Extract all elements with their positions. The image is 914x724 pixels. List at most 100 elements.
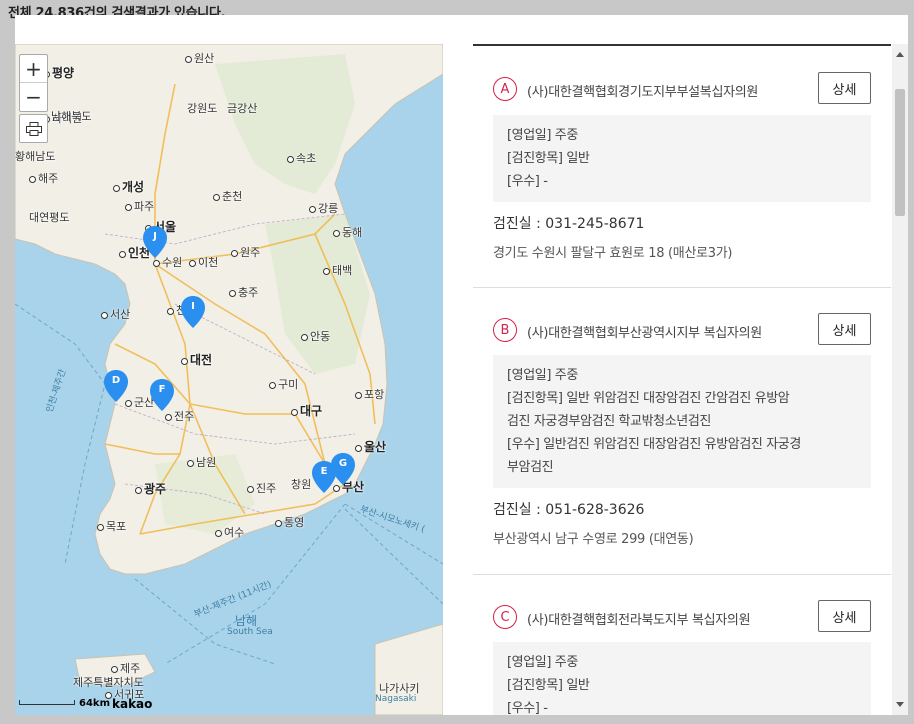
map-label-nagasaki-en: Nagasaki <box>375 694 417 704</box>
map-label-gwangju: 광주 <box>135 480 166 497</box>
list-marker: B <box>493 318 517 342</box>
map-label-chuncheon: 춘천 <box>213 188 242 204</box>
city-dot-icon <box>355 392 362 399</box>
scroll-thumb[interactable] <box>895 89 905 216</box>
map-label-tongyeong: 통영 <box>275 514 304 530</box>
map-label-daeyeon: 대연평도 <box>29 211 70 224</box>
map-label-haeju: 해주 <box>29 170 58 186</box>
map-scale-bar <box>19 700 75 705</box>
info-line: 검진 자궁경부암검진 학교밖청소년검진 <box>507 414 711 429</box>
map-label-sokcho: 속초 <box>287 150 316 166</box>
map-label-paju: 파주 <box>125 198 154 214</box>
city-dot-icon <box>287 156 294 163</box>
phone-number: 검진실 : 051-628-3626 <box>493 502 645 518</box>
info-line: [검진항목] 일반 <box>507 151 590 166</box>
city-dot-icon <box>97 524 104 531</box>
map-label-gumi: 구미 <box>269 376 298 392</box>
city-dot-icon <box>309 206 316 213</box>
city-dot-icon <box>323 268 330 275</box>
map-view[interactable]: 평양 원산 사리원 남해북도 황해남도 해주 강원도 금강산 속초 개성 춘천 … <box>15 44 443 715</box>
zoom-control: + − <box>19 54 48 112</box>
map-label-daegu: 대구 <box>291 402 322 419</box>
print-icon <box>25 121 42 136</box>
city-dot-icon <box>333 230 340 237</box>
map-label-namwon: 남원 <box>187 454 216 470</box>
map-label-mokpo: 목포 <box>97 518 126 534</box>
city-dot-icon <box>187 460 194 467</box>
map-pin-g[interactable]: G <box>330 452 356 486</box>
city-dot-icon <box>153 260 160 267</box>
city-dot-icon <box>185 56 192 63</box>
info-line: [영업일] 주중 <box>507 368 578 383</box>
city-dot-icon <box>113 185 120 192</box>
phone-number: 검진실 : 031-245-8671 <box>493 216 645 232</box>
city-dot-icon <box>231 250 238 257</box>
map-pin-i[interactable]: I <box>180 295 206 329</box>
map-label-hwanghae-north: 남해북도 <box>51 110 92 123</box>
city-dot-icon <box>215 530 222 537</box>
map-label-donghae: 동해 <box>333 224 362 240</box>
info-line: [영업일] 주중 <box>507 128 578 143</box>
city-dot-icon <box>167 308 174 315</box>
info-box: [영업일] 주중 [검진항목] 일반 [우수] - <box>493 115 871 202</box>
info-line: [우수] - <box>507 174 548 189</box>
city-dot-icon <box>125 204 132 211</box>
address: 부산광역시 남구 수영로 299 (대연동) <box>493 532 694 547</box>
info-line: [검진항목] 일반 <box>507 678 590 693</box>
city-dot-icon <box>119 251 126 258</box>
map-label-kaesong: 개성 <box>113 178 144 195</box>
city-dot-icon <box>189 260 196 267</box>
detail-button[interactable]: 상세 <box>818 600 871 632</box>
map-label-geumgang: 금강산 <box>227 102 258 115</box>
info-box: [영업일] 주중 [검진항목] 일반 위암검진 대장암검진 간암검진 유방암 검… <box>493 355 871 488</box>
detail-button[interactable]: 상세 <box>818 72 871 104</box>
list-item: C (사)대한결핵협회전라북도지부 복십자의원 상세 [영업일] 주중 [검진항… <box>473 575 891 715</box>
map-label-pohang: 포항 <box>355 386 384 402</box>
map-pin-j[interactable]: J <box>142 225 168 259</box>
print-button[interactable] <box>19 114 48 143</box>
list-item-header: A (사)대한결핵협회경기도지부부설복십자의원 상세 <box>493 72 871 106</box>
detail-button[interactable]: 상세 <box>818 313 871 345</box>
map-label-ulsan: 울산 <box>355 438 386 455</box>
city-dot-icon <box>301 334 308 341</box>
city-dot-icon <box>275 520 282 527</box>
map-pin-d[interactable]: D <box>103 369 129 403</box>
map-label-wonju: 원주 <box>231 244 260 260</box>
city-dot-icon <box>181 358 188 365</box>
map-label-icheon: 이천 <box>189 254 218 270</box>
result-list: A (사)대한결핵협회경기도지부부설복십자의원 상세 [영업일] 주중 [검진항… <box>473 44 908 715</box>
info-line: [검진항목] 일반 위암검진 대장암검진 간암검진 유방암 <box>507 391 790 406</box>
map-label-gangneung: 강릉 <box>309 200 338 216</box>
map-label-andong: 안동 <box>301 328 330 344</box>
map-label-chungju: 충주 <box>229 284 258 300</box>
clinic-name[interactable]: (사)대한결핵협회전라북도지부 복십자의원 <box>527 609 751 628</box>
map-label-jinju: 진주 <box>247 480 276 496</box>
map-label-south-sea: South Sea <box>227 627 273 637</box>
zoom-out-button[interactable]: − <box>20 83 47 111</box>
map-scale-label: 64km <box>79 698 110 709</box>
city-dot-icon <box>135 487 142 494</box>
map-label-gangwon: 강원도 <box>187 102 218 115</box>
city-dot-icon <box>101 312 108 319</box>
city-dot-icon <box>213 194 220 201</box>
info-line: [우수] 일반검진 위암검진 대장암검진 유방암검진 자궁경 <box>507 437 801 452</box>
address: 경기도 수원시 팔달구 효원로 18 (매산로3가) <box>493 246 733 261</box>
scrollbar[interactable] <box>892 44 908 715</box>
clinic-name[interactable]: (사)대한결핵협회부산광역시지부 복십자의원 <box>527 322 762 341</box>
list-item-header: C (사)대한결핵협회전라북도지부 복십자의원 상세 <box>493 600 871 634</box>
city-dot-icon <box>247 486 254 493</box>
map-label-wonsan: 원산 <box>185 50 214 66</box>
scroll-up-arrow-icon[interactable] <box>896 52 904 57</box>
list-marker: A <box>493 77 517 101</box>
city-dot-icon <box>355 445 362 452</box>
list-item: B (사)대한결핵협회부산광역시지부 복십자의원 상세 [영업일] 주중 [검진… <box>473 288 891 575</box>
list-item-header: B (사)대한결핵협회부산광역시지부 복십자의원 상세 <box>493 313 871 347</box>
map-pin-f[interactable]: F <box>149 378 175 412</box>
clinic-name[interactable]: (사)대한결핵협회경기도지부부설복십자의원 <box>527 81 758 100</box>
map-label-seosan: 서산 <box>101 306 130 322</box>
info-line: [영업일] 주중 <box>507 655 578 670</box>
map-label-daejeon: 대전 <box>181 351 212 368</box>
scroll-down-arrow-icon[interactable] <box>896 702 904 707</box>
info-line: 부암검진 <box>507 460 554 475</box>
zoom-in-button[interactable]: + <box>20 55 47 83</box>
